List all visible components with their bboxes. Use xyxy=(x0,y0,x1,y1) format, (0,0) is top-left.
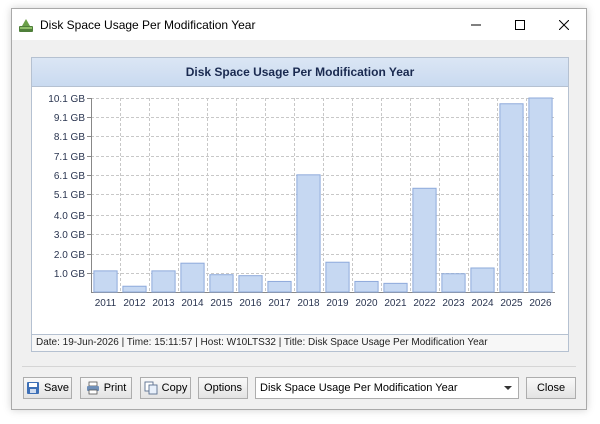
x-tick-label: 2021 xyxy=(384,298,407,309)
bar-2022 xyxy=(412,187,437,293)
x-tick-label: 2017 xyxy=(268,298,291,309)
app-icon xyxy=(19,19,33,32)
y-tick-label: 7.1 GB xyxy=(54,152,85,163)
minimize-button[interactable] xyxy=(454,9,498,40)
window-title: Disk Space Usage Per Modification Year xyxy=(40,18,256,32)
chart-panel: Disk Space Usage Per Modification Year 1… xyxy=(31,57,569,352)
options-label: Options xyxy=(204,382,242,394)
bar-2018 xyxy=(296,174,321,293)
y-tick-label: 3.0 GB xyxy=(54,230,85,241)
bar-2011 xyxy=(93,270,118,293)
chart-select-dropdown[interactable]: Disk Space Usage Per Modification Year xyxy=(255,377,519,399)
close-window-button[interactable] xyxy=(542,9,586,40)
y-tick-label: 4.0 GB xyxy=(54,211,85,222)
y-tick-label: 1.0 GB xyxy=(54,269,85,280)
x-tick-label: 2012 xyxy=(123,298,146,309)
bar-2023 xyxy=(441,273,466,293)
x-tick-label: 2018 xyxy=(297,298,320,309)
print-button[interactable]: Print xyxy=(80,377,132,399)
chart-status-line: Date: 19-Jun-2026 | Time: 15:11:57 | Hos… xyxy=(32,334,568,351)
bar-2020 xyxy=(354,280,379,293)
x-tick-label: 2026 xyxy=(529,298,552,309)
close-icon xyxy=(559,19,569,30)
x-tick-label: 2022 xyxy=(413,298,436,309)
bar-2024 xyxy=(470,267,495,293)
save-icon xyxy=(26,382,39,394)
options-button[interactable]: Options xyxy=(198,377,248,399)
x-tick-label: 2020 xyxy=(355,298,378,309)
x-tick-label: 2019 xyxy=(326,298,349,309)
report-window: Disk Space Usage Per Modification Year D… xyxy=(11,8,587,410)
maximize-icon xyxy=(515,19,525,30)
close-button[interactable]: Close xyxy=(526,377,576,399)
bar-chart: 1.0 GB 2.0 GB 3.0 GB 4.0 GB 5.1 GB 6.1 GB 7.1 … xyxy=(48,94,555,309)
y-tick-label: 6.1 GB xyxy=(54,171,85,182)
bar-2012 xyxy=(122,285,147,293)
save-button[interactable]: Save xyxy=(23,377,72,399)
copy-button[interactable]: Copy xyxy=(140,377,191,399)
x-tick-label: 2011 xyxy=(95,298,117,309)
x-tick-label: 2025 xyxy=(500,298,523,309)
divider xyxy=(22,366,576,367)
copy-label: Copy xyxy=(161,382,188,394)
copy-icon xyxy=(144,381,158,395)
bar-2013 xyxy=(151,270,176,293)
bar-2015 xyxy=(209,274,234,293)
minimize-icon xyxy=(471,24,481,25)
chevron-down-icon xyxy=(504,386,512,390)
close-label: Close xyxy=(536,382,566,394)
title-bar[interactable]: Disk Space Usage Per Modification Year xyxy=(12,9,586,40)
x-tick-label: 2023 xyxy=(442,298,465,309)
bar-2026 xyxy=(528,97,553,293)
x-tick-label: 2015 xyxy=(210,298,233,309)
bar-2025 xyxy=(499,103,524,293)
y-tick-label: 2.0 GB xyxy=(54,250,85,261)
chart-title: Disk Space Usage Per Modification Year xyxy=(32,58,568,87)
x-tick-label: 2013 xyxy=(152,298,175,309)
maximize-button[interactable] xyxy=(498,9,542,40)
x-tick-label: 2014 xyxy=(181,298,204,309)
x-tick-label: 2016 xyxy=(239,298,262,309)
bar-2014 xyxy=(180,262,205,293)
y-tick-label: 8.1 GB xyxy=(54,132,85,143)
x-tick-label: 2024 xyxy=(471,298,494,309)
bar-2019 xyxy=(325,261,350,293)
save-label: Save xyxy=(43,382,70,394)
print-label: Print xyxy=(103,382,127,394)
chart-select-value: Disk Space Usage Per Modification Year xyxy=(260,382,458,394)
y-tick-label: 9.1 GB xyxy=(54,113,85,124)
y-tick-label: 10.1 GB xyxy=(48,94,85,105)
y-tick-label: 5.1 GB xyxy=(54,190,85,201)
bar-2016 xyxy=(238,275,263,293)
print-icon xyxy=(86,381,99,395)
bar-2021 xyxy=(383,282,408,293)
bar-2017 xyxy=(267,280,292,293)
